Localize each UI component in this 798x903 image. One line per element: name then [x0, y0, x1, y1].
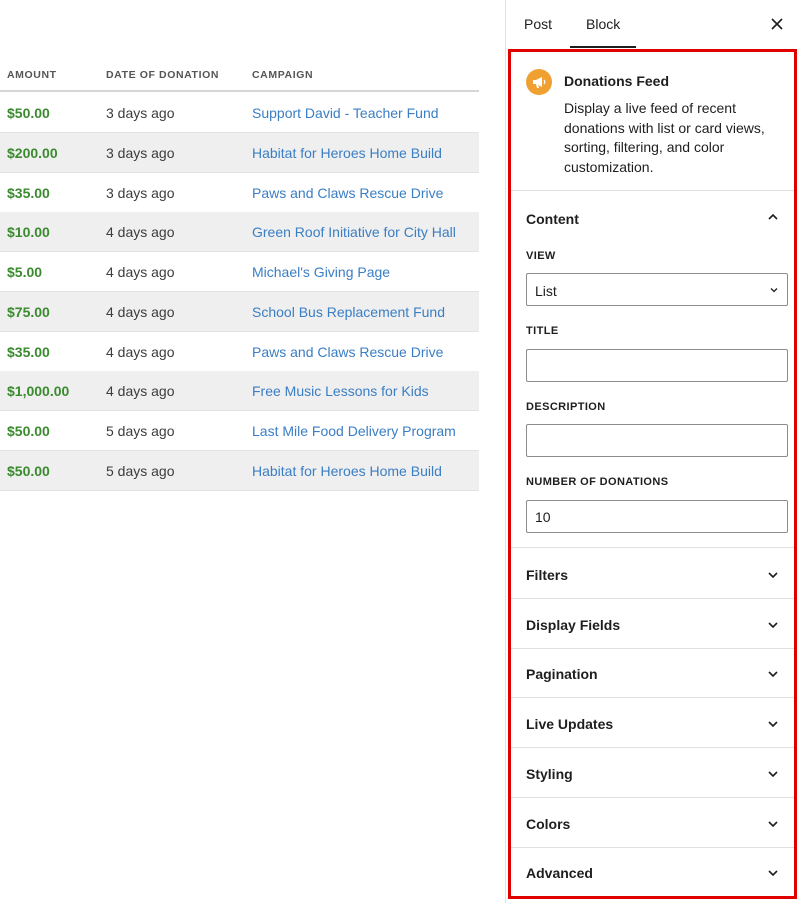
- donation-date: 5 days ago: [106, 462, 175, 479]
- donation-amount: $50.00: [7, 423, 50, 439]
- title-label: TITLE: [526, 325, 559, 337]
- campaign-link[interactable]: Michael's Giving Page: [252, 264, 390, 280]
- section-advanced[interactable]: Advanced: [511, 847, 794, 897]
- campaign-link[interactable]: Free Music Lessons for Kids: [252, 383, 429, 399]
- donation-date: 4 days ago: [106, 264, 175, 280]
- header-date: DATE OF DONATION: [106, 69, 220, 81]
- donation-amount: $5.00: [7, 264, 43, 280]
- active-tab-indicator: [570, 46, 636, 48]
- section-display-fields[interactable]: Display Fields: [511, 599, 794, 649]
- donation-amount: $200.00: [7, 144, 58, 161]
- donation-amount: $50.00: [7, 105, 50, 121]
- chevron-down-icon: [768, 671, 778, 678]
- donation-amount: $50.00: [7, 462, 50, 479]
- donation-date: 3 days ago: [106, 144, 175, 161]
- tab-block[interactable]: Block: [586, 16, 620, 32]
- section-colors[interactable]: Colors: [511, 798, 794, 848]
- chevron-down-icon: [768, 721, 778, 728]
- table-row: $1,000.00 4 days ago Free Music Lessons fo…: [0, 371, 479, 412]
- donation-amount: $35.00: [7, 343, 50, 360]
- campaign-link[interactable]: Habitat for Heroes Home Build: [252, 463, 442, 479]
- title-input[interactable]: [526, 349, 788, 382]
- donation-date: 4 days ago: [106, 383, 175, 400]
- table-row: $50.00 3 days ago Support David - Teacher …: [0, 93, 479, 133]
- number-of-donations-label: NUMBER OF DONATIONS: [526, 476, 669, 488]
- table-row: $35.00 3 days ago Paws and Claws Rescue Dr…: [0, 173, 479, 213]
- chevron-down-icon: [768, 622, 778, 628]
- block-inspector-panel: Donations Feed Display a live feed of re…: [508, 49, 797, 899]
- section-title: Styling: [526, 765, 573, 782]
- donation-date: 4 days ago: [106, 303, 175, 320]
- table-row: $5.00 4 days ago Michael's Giving Page: [0, 252, 479, 292]
- view-select-value: List: [535, 283, 557, 299]
- close-icon: [771, 18, 783, 30]
- section-live-updates[interactable]: Live Updates: [511, 698, 794, 749]
- campaign-link[interactable]: Paws and Claws Rescue Drive: [252, 344, 443, 360]
- donation-date: 3 days ago: [106, 184, 175, 201]
- number-of-donations-input[interactable]: [526, 500, 788, 533]
- section-filters[interactable]: Filters: [511, 549, 794, 599]
- section-pagination[interactable]: Pagination: [511, 648, 794, 699]
- section-title: Colors: [526, 815, 571, 832]
- description-input[interactable]: [526, 424, 788, 457]
- donation-date: 3 days ago: [106, 105, 175, 121]
- campaign-link[interactable]: Support David - Teacher Fund: [252, 105, 439, 121]
- table-header: AMOUNT DATE OF DONATION CAMPAIGN: [0, 58, 479, 92]
- campaign-link[interactable]: Habitat for Heroes Home Build: [252, 145, 442, 161]
- chevron-down-icon: [768, 771, 778, 777]
- block-title: Donations Feed: [564, 73, 670, 89]
- section-title: Filters: [526, 567, 569, 583]
- table-row: $200.00 3 days ago Habitat for Heroes Home…: [0, 132, 479, 173]
- table-row: $75.00 4 days ago School Bus Replacement F…: [0, 291, 479, 332]
- campaign-link[interactable]: School Bus Replacement Fund: [252, 304, 445, 320]
- donation-date: 4 days ago: [106, 224, 175, 241]
- chevron-down-icon: [768, 572, 778, 579]
- header-campaign: CAMPAIGN: [252, 69, 314, 81]
- content-section: Content VIEW List TITLE DESCRIPTION NUMB…: [511, 191, 794, 548]
- campaign-link[interactable]: Paws and Claws Rescue Drive: [252, 185, 443, 201]
- view-select[interactable]: List: [526, 273, 788, 306]
- block-card: Donations Feed Display a live feed of re…: [511, 52, 794, 191]
- table-row: $50.00 5 days ago Last Mile Food Delivery …: [0, 411, 479, 451]
- megaphone-icon: [526, 69, 552, 95]
- section-title: Live Updates: [526, 716, 614, 733]
- donation-amount: $75.00: [7, 303, 50, 320]
- tab-post[interactable]: Post: [524, 16, 552, 32]
- chevron-up-icon[interactable]: [766, 210, 780, 224]
- chevron-down-icon: [768, 820, 778, 827]
- section-styling[interactable]: Styling: [511, 748, 794, 798]
- section-title: Display Fields: [526, 616, 621, 633]
- donation-date: 5 days ago: [106, 423, 175, 439]
- table-row: $50.00 5 days ago Habitat for Heroes Home …: [0, 450, 479, 491]
- header-amount: AMOUNT: [7, 69, 57, 81]
- table-row: $35.00 4 days ago Paws and Claws Rescue Dr…: [0, 332, 479, 372]
- campaign-link[interactable]: Green Roof Initiative for City Hall: [252, 224, 456, 240]
- description-label: DESCRIPTION: [526, 401, 606, 413]
- donation-amount: $10.00: [7, 224, 50, 241]
- view-label: VIEW: [526, 250, 556, 262]
- donation-amount: $1,000.00: [7, 383, 70, 400]
- close-button[interactable]: [767, 14, 787, 34]
- block-settings-sidebar: Post Block Donations Feed Display a live…: [505, 0, 798, 903]
- chevron-down-icon: [770, 288, 778, 293]
- chevron-down-icon: [768, 870, 778, 877]
- donation-amount: $35.00: [7, 184, 50, 201]
- donation-date: 4 days ago: [106, 343, 175, 360]
- table-row: $10.00 4 days ago Green Roof Initiative fo…: [0, 212, 479, 253]
- section-title: Advanced: [526, 865, 593, 882]
- donations-table: AMOUNT DATE OF DONATION CAMPAIGN $50.00 3…: [0, 0, 479, 903]
- content-section-title[interactable]: Content: [526, 211, 579, 227]
- campaign-link[interactable]: Last Mile Food Delivery Program: [252, 423, 456, 439]
- section-title: Pagination: [526, 666, 598, 683]
- sidebar-tabs: Post Block: [506, 0, 798, 48]
- block-description: Display a live feed of recent donations …: [564, 100, 765, 175]
